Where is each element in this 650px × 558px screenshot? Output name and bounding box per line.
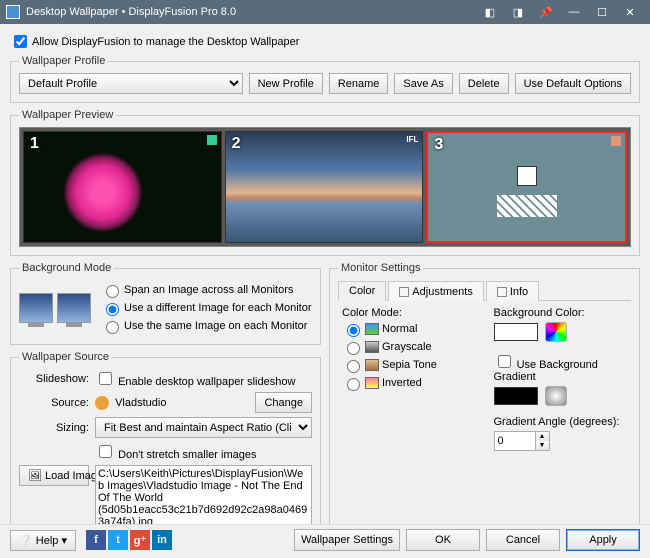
- sizing-select[interactable]: Fit Best and maintain Aspect Ratio (Clip…: [95, 417, 312, 438]
- tab-icon: [497, 287, 507, 297]
- linkedin-icon[interactable]: in: [152, 530, 172, 550]
- monitor-thumb-icon: [19, 293, 53, 323]
- app-icon: [6, 5, 20, 19]
- spinner-down[interactable]: ▼: [535, 441, 549, 450]
- spinner-up[interactable]: ▲: [535, 432, 549, 441]
- monitor-settings-legend: Monitor Settings: [338, 262, 423, 274]
- color-picker-button[interactable]: [545, 322, 567, 342]
- rename-button[interactable]: Rename: [329, 73, 389, 94]
- sepia-icon: [365, 359, 379, 371]
- dont-stretch-checkbox[interactable]: [99, 445, 112, 458]
- help-icon: ❔: [19, 535, 33, 547]
- dont-stretch-label: Don't stretch smaller images: [118, 449, 256, 461]
- vladstudio-icon: [95, 396, 109, 410]
- maximize-button[interactable]: ☐: [588, 2, 616, 22]
- wallpaper-settings-button[interactable]: Wallpaper Settings: [294, 529, 400, 551]
- profile-select[interactable]: Default Profile: [19, 73, 243, 94]
- preview-legend: Wallpaper Preview: [19, 109, 116, 121]
- slideshow-checkbox[interactable]: [99, 372, 112, 385]
- bgmode-diff[interactable]: Use a different Image for each Monitor: [101, 300, 312, 316]
- tab-icon: [399, 287, 409, 297]
- source-fieldset: Wallpaper Source Slideshow: Enable deskt…: [10, 351, 321, 544]
- bgmode-fieldset: Background Mode Span an Image across all…: [10, 262, 321, 345]
- sizing-label: Sizing:: [19, 422, 89, 434]
- monitor-badge-text: IFL: [406, 135, 418, 145]
- tab-adjustments[interactable]: Adjustments: [388, 281, 484, 301]
- monitor-badge-icon: [207, 135, 217, 145]
- allow-manage-label: Allow DisplayFusion to manage the Deskto…: [32, 36, 299, 48]
- color-mode-label: Color Mode:: [342, 307, 476, 319]
- gradient-angle-spinner[interactable]: ▲ ▼: [494, 431, 550, 451]
- preview-area: 1 2 IFL 3: [19, 127, 631, 247]
- cm-grayscale[interactable]: Grayscale: [342, 339, 476, 355]
- inverted-icon: [365, 377, 379, 389]
- bg-color-label: Background Color:: [494, 307, 628, 319]
- preview-monitor-1[interactable]: 1: [23, 131, 222, 243]
- change-source-button[interactable]: Change: [255, 392, 312, 413]
- preview-monitor-3[interactable]: 3: [426, 131, 627, 243]
- saveas-button[interactable]: Save As: [394, 73, 452, 94]
- bgmode-thumbs: [19, 293, 91, 323]
- load-image-button[interactable]: 🖼 Load Image: [19, 465, 89, 486]
- slideshow-label: Slideshow:: [19, 373, 89, 385]
- new-profile-button[interactable]: New Profile: [249, 73, 323, 94]
- cm-normal[interactable]: Normal: [342, 321, 476, 337]
- allow-manage-checkbox[interactable]: [14, 35, 27, 48]
- bgmode-same[interactable]: Use the same Image on each Monitor: [101, 318, 312, 334]
- tab-color[interactable]: Color: [338, 281, 386, 301]
- preview-fieldset: Wallpaper Preview 1 2 IFL 3: [10, 109, 640, 256]
- bg-color-swatch[interactable]: [494, 323, 538, 341]
- use-defaults-button[interactable]: Use Default Options: [515, 73, 631, 94]
- monitor-thumb-icon: [57, 293, 91, 323]
- titlebar-btn-2[interactable]: ◨: [504, 2, 532, 22]
- cm-sepia[interactable]: Sepia Tone: [342, 357, 476, 373]
- ok-button[interactable]: OK: [406, 529, 480, 551]
- cancel-button[interactable]: Cancel: [486, 529, 560, 551]
- tab-info[interactable]: Info: [486, 281, 539, 301]
- help-button[interactable]: ❔ Help ▾: [10, 530, 76, 551]
- bgmode-span[interactable]: Span an Image across all Monitors: [101, 282, 312, 298]
- slideshow-checkbox-label: Enable desktop wallpaper slideshow: [118, 376, 295, 388]
- chevron-down-icon: ▾: [61, 535, 67, 547]
- source-value: Vladstudio: [95, 396, 249, 410]
- facebook-icon[interactable]: f: [86, 530, 106, 550]
- titlebar-pin-icon[interactable]: 📌: [532, 2, 560, 22]
- preview-monitor-2[interactable]: 2 IFL: [225, 131, 424, 243]
- close-button[interactable]: ✕: [616, 2, 644, 22]
- use-gradient-checkbox[interactable]: [498, 355, 511, 368]
- titlebar: Desktop Wallpaper • DisplayFusion Pro 8.…: [0, 0, 650, 24]
- titlebar-btn-1[interactable]: ◧: [476, 2, 504, 22]
- gradient-angle-label: Gradient Angle (degrees):: [494, 416, 628, 428]
- source-label: Source:: [19, 397, 89, 409]
- tabs: Color Adjustments Info: [338, 280, 631, 301]
- gradient-color-swatch[interactable]: [494, 387, 538, 405]
- minimize-button[interactable]: —: [560, 2, 588, 22]
- grayscale-icon: [365, 341, 379, 353]
- twitter-icon[interactable]: t: [108, 530, 128, 550]
- profile-fieldset: Wallpaper Profile Default Profile New Pr…: [10, 55, 640, 103]
- monitor-settings-fieldset: Monitor Settings Color Adjustments Info …: [329, 262, 640, 550]
- monitor-badge-icon: [611, 136, 621, 146]
- gradient-angle-input[interactable]: [495, 432, 535, 450]
- googleplus-icon[interactable]: g⁺: [130, 530, 150, 550]
- window-title: Desktop Wallpaper • DisplayFusion Pro 8.…: [26, 6, 476, 18]
- apply-button[interactable]: Apply: [566, 529, 640, 551]
- normal-icon: [365, 323, 379, 335]
- footer: ❔ Help ▾ f t g⁺ in Wallpaper Settings OK…: [0, 524, 650, 555]
- cm-inverted[interactable]: Inverted: [342, 375, 476, 391]
- delete-button[interactable]: Delete: [459, 73, 509, 94]
- profile-legend: Wallpaper Profile: [19, 55, 108, 67]
- bgmode-legend: Background Mode: [19, 262, 114, 274]
- image-icon: 🖼: [28, 470, 42, 482]
- source-legend: Wallpaper Source: [19, 351, 112, 363]
- allow-manage-row: Allow DisplayFusion to manage the Deskto…: [10, 32, 640, 51]
- social-links: f t g⁺ in: [86, 530, 172, 550]
- gradient-picker-button[interactable]: [545, 386, 567, 406]
